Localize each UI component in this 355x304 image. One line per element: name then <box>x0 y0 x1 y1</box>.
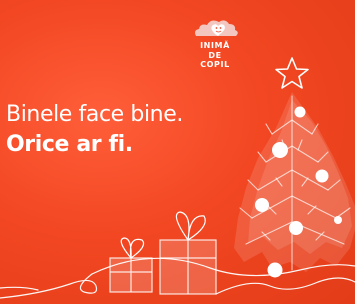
christmas-tree-icon <box>234 57 355 278</box>
logo-text-line2: DE COPIL <box>200 51 230 69</box>
heart-cloud-logo-icon <box>195 20 238 36</box>
gift-boxes-icon <box>109 211 217 295</box>
logo-text-line1: INIMĂ <box>200 41 230 50</box>
headline-line2: Orice ar fi. <box>6 132 133 157</box>
headline-line1: Binele face bine. <box>6 102 183 127</box>
christmas-banner: INIMĂ DE COPIL Binele face bine. Orice a… <box>0 0 355 304</box>
